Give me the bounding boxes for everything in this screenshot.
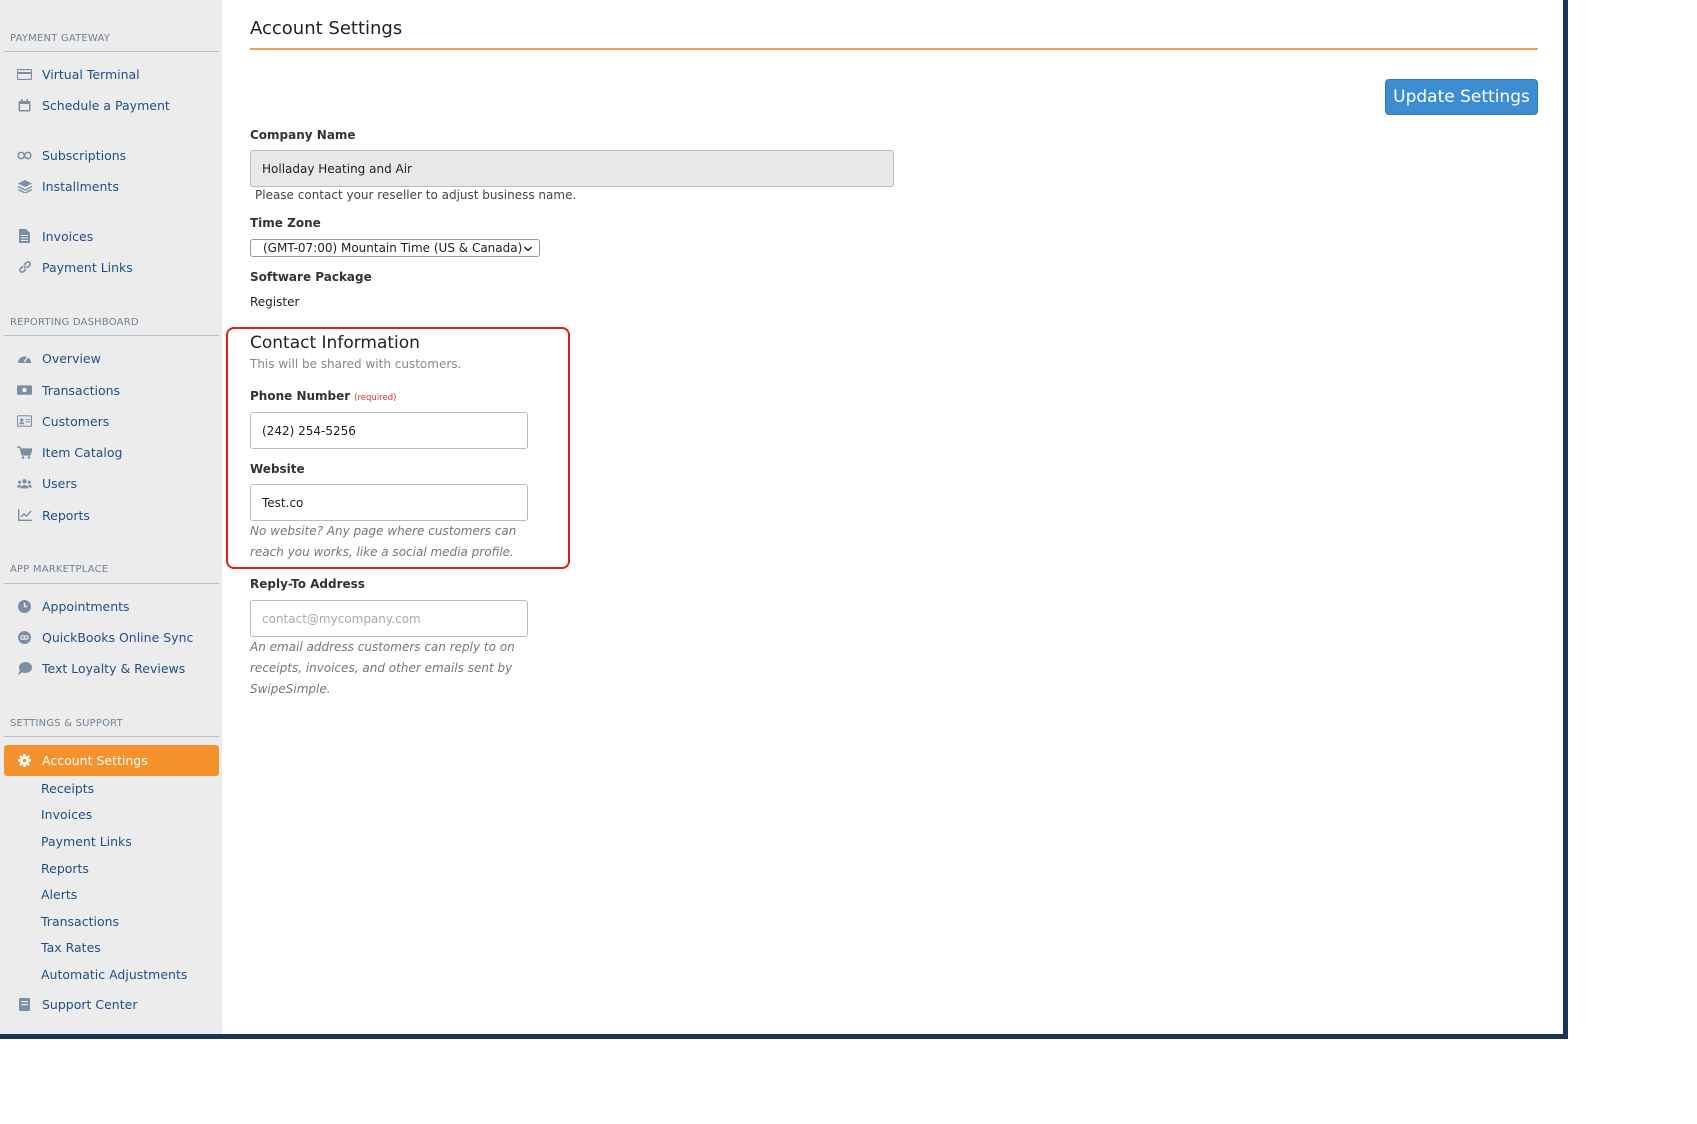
sidebar-item-label: Payment Links [42,259,133,275]
reply-to-help-line: SwipeSimple. [250,682,331,696]
sidebar-item-customers[interactable]: Customers [4,408,219,434]
sidebar-item-label: Overview [42,350,101,366]
sidebar-item-label: Schedule a Payment [42,97,170,113]
sidebar-item-installments[interactable]: Installments [4,173,219,199]
sidebar-subitem-transactions[interactable]: Transactions [41,914,119,929]
sidebar-item-label: Account Settings [42,753,148,768]
required-indicator: (required) [354,393,397,403]
website-help-line: reach you works, like a social media pro… [250,545,514,559]
sidebar-subitem-reports[interactable]: Reports [41,861,89,876]
phone-number-label: Phone Number (required) [250,389,396,403]
sidebar-item-support-center[interactable]: Support Center [4,991,219,1017]
company-name-label: Company Name [250,128,356,142]
money-bill-icon [17,383,32,397]
page-title: Account Settings [250,18,403,39]
sidebar-subitem-payment-links[interactable]: Payment Links [41,834,132,849]
update-settings-button[interactable]: Update Settings [1385,79,1538,115]
address-card-icon [17,414,32,428]
sidebar-item-transactions[interactable]: Transactions [4,377,219,403]
sidebar: PAYMENT GATEWAY Virtual Terminal Schedul… [0,0,222,1039]
software-package-label: Software Package [250,270,372,284]
sidebar-subitem-receipts[interactable]: Receipts [41,781,94,796]
section-title-payment-gateway: PAYMENT GATEWAY [10,33,111,44]
reply-to-input[interactable] [250,600,528,637]
sidebar-item-label: Installments [42,178,119,194]
calendar-icon [17,98,32,112]
book-icon [17,997,32,1011]
company-name-help: Please contact your reseller to adjust b… [255,188,577,202]
shopping-cart-icon [17,445,32,459]
sidebar-item-label: Users [42,475,78,491]
sidebar-subitem-tax-rates[interactable]: Tax Rates [41,940,101,955]
sidebar-item-label: Customers [42,413,110,429]
website-help-line: No website? Any page where customers can [250,524,517,538]
infinity-icon [17,148,32,162]
sidebar-item-overview[interactable]: Overview [4,345,219,371]
section-title-settings-support: SETTINGS & SUPPORT [10,718,123,729]
reply-to-help-line: receipts, invoices, and other emails sen… [250,661,513,675]
phone-number-label-text: Phone Number [250,389,351,403]
chat-bubble-icon [17,661,32,675]
contact-information-heading: Contact Information [250,333,420,353]
sidebar-item-label: Appointments [42,598,130,614]
sidebar-item-invoices[interactable]: Invoices [4,223,219,249]
link-icon [17,260,32,274]
section-divider [4,51,219,52]
quickbooks-icon [17,630,32,644]
section-title-app-marketplace: APP MARKETPLACE [10,564,109,575]
sidebar-item-label: Virtual Terminal [42,66,140,82]
section-divider [4,583,219,584]
title-divider [250,48,1538,50]
sidebar-item-label: Invoices [42,228,94,244]
time-zone-label: Time Zone [250,216,321,230]
sidebar-item-subscriptions[interactable]: Subscriptions [4,142,219,168]
phone-number-input[interactable] [250,412,528,449]
website-label: Website [250,462,305,476]
website-input[interactable] [250,484,528,521]
dashboard-gauge-icon [17,351,32,365]
sidebar-item-users[interactable]: Users [4,470,219,496]
sidebar-item-label: Transactions [42,382,121,398]
contact-information-subheading: This will be shared with customers. [250,357,462,371]
document-icon [17,229,32,243]
sidebar-item-label: Item Catalog [42,444,123,460]
company-name-input[interactable] [250,150,894,187]
window-border-bottom [0,1034,1568,1039]
sidebar-item-label: QuickBooks Online Sync [42,629,194,645]
sidebar-item-payment-links[interactable]: Payment Links [4,254,219,280]
line-chart-icon [17,508,32,522]
window-border-right [1563,0,1568,1039]
chevron-down-icon [523,243,533,253]
gear-icon [17,753,32,767]
sidebar-item-reports[interactable]: Reports [4,502,219,528]
sidebar-item-schedule-payment[interactable]: Schedule a Payment [4,92,219,118]
sidebar-item-label: Reports [42,507,90,523]
reply-to-help-line: An email address customers can reply to … [250,640,515,654]
sidebar-item-account-settings[interactable]: Account Settings [4,745,219,776]
sidebar-subitem-automatic-adjustments[interactable]: Automatic Adjustments [41,967,187,982]
layers-icon [17,179,32,193]
section-title-reporting-dashboard: REPORTING DASHBOARD [10,317,139,328]
sidebar-subitem-invoices[interactable]: Invoices [41,807,92,822]
website-help: No website? Any page where customers can… [250,521,516,563]
sidebar-item-label: Text Loyalty & Reviews [42,660,186,676]
sidebar-item-item-catalog[interactable]: Item Catalog [4,439,219,465]
software-package-value: Register [250,295,300,309]
sidebar-item-label: Subscriptions [42,147,127,163]
time-zone-select[interactable]: (GMT-07:00) Mountain Time (US & Canada) [250,239,540,257]
credit-card-icon [17,67,32,81]
users-icon [17,476,32,490]
sidebar-item-label: Support Center [42,996,138,1012]
sidebar-item-text-loyalty[interactable]: Text Loyalty & Reviews [4,655,219,681]
section-divider [4,736,219,737]
sidebar-item-appointments[interactable]: Appointments [4,593,219,619]
sidebar-item-quickbooks[interactable]: QuickBooks Online Sync [4,624,219,650]
sidebar-item-virtual-terminal[interactable]: Virtual Terminal [4,61,219,87]
reply-to-help: An email address customers can reply to … [250,637,515,700]
clock-icon [17,599,32,613]
time-zone-value: (GMT-07:00) Mountain Time (US & Canada) [263,241,523,255]
section-divider [4,335,219,336]
reply-to-label: Reply-To Address [250,577,365,591]
sidebar-subitem-alerts[interactable]: Alerts [41,887,77,902]
